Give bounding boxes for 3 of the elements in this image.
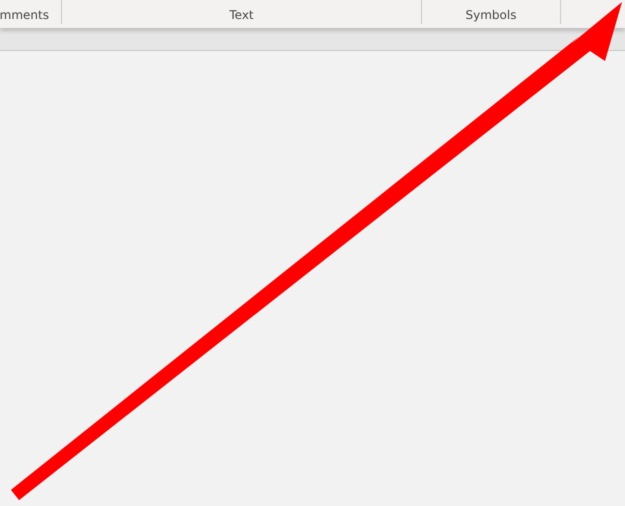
ribbon-group-label: Text — [62, 0, 422, 24]
ribbon-group-label: Symbols — [422, 0, 561, 24]
ribbon-group-label: mments — [0, 0, 62, 24]
